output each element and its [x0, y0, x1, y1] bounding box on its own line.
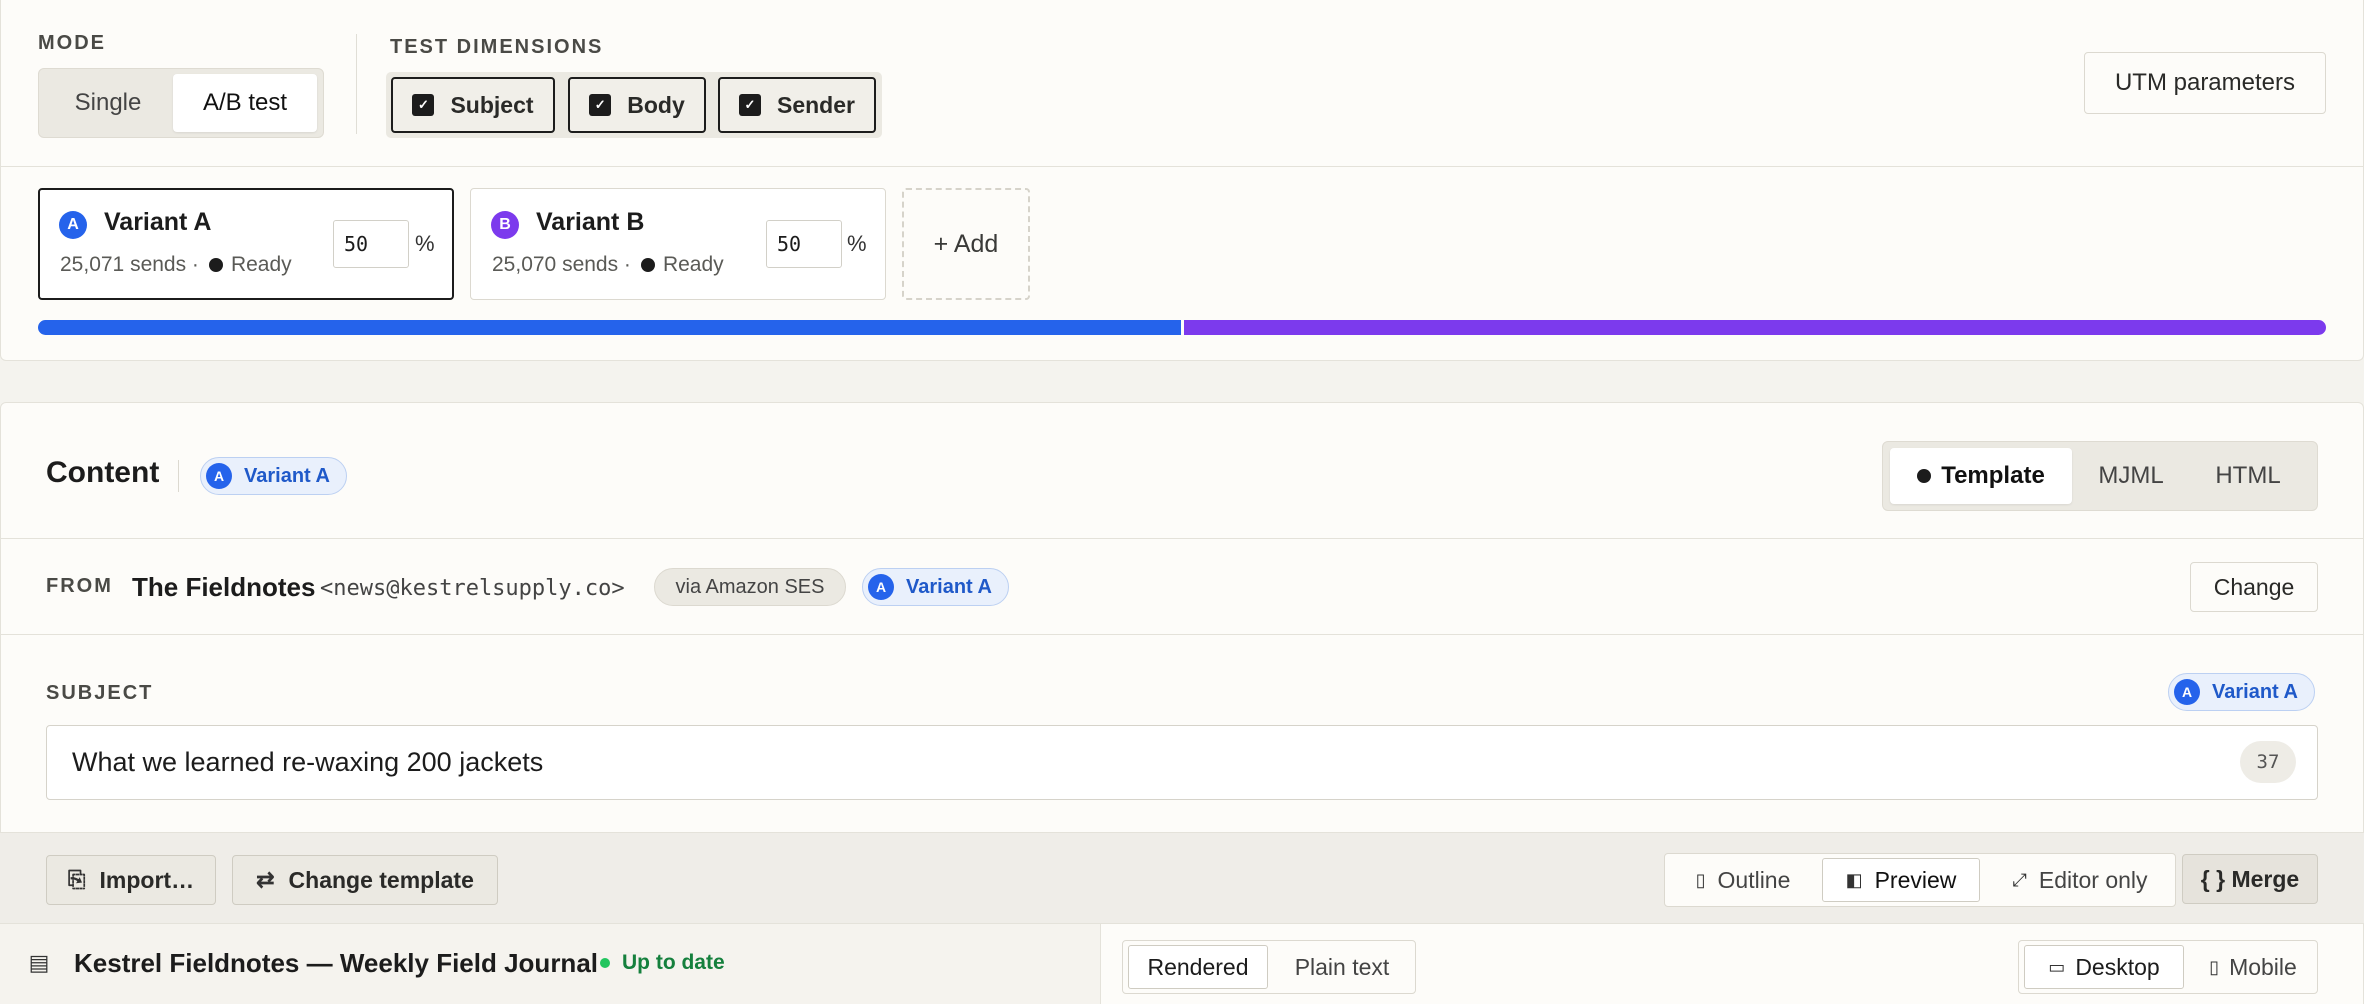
- variant-b-meta: 25,070 sends · Ready: [492, 253, 724, 277]
- content-format-tabs: Template MJML HTML: [1882, 441, 2318, 511]
- from-label: FROM: [46, 575, 113, 597]
- sync-status-label: Up to date: [622, 951, 725, 974]
- section-divider: [0, 634, 2364, 635]
- check-icon: ✓: [739, 94, 761, 116]
- dimension-body[interactable]: ✓ Body: [568, 77, 706, 133]
- variant-a-status: Ready: [230, 253, 292, 276]
- sync-status: Up to date: [600, 951, 725, 975]
- subject-variant-pill: A Variant A: [2168, 673, 2315, 711]
- mode-ab-test[interactable]: A/B test: [173, 74, 317, 132]
- section-divider: [0, 538, 2364, 539]
- check-icon: ✓: [589, 94, 612, 116]
- tab-template-label: Template: [1941, 462, 2045, 489]
- variant-a-name: Variant A: [104, 208, 212, 236]
- variant-a-sends: 25,071 sends ·: [60, 253, 199, 276]
- variant-a-meta: 25,071 sends · Ready: [60, 253, 292, 277]
- document-icon: ▤: [28, 950, 50, 975]
- mobile-icon: ▯: [2209, 956, 2220, 977]
- dimension-sender-label: Sender: [777, 91, 855, 118]
- render-plain-text[interactable]: Plain text: [1272, 945, 1412, 989]
- import-label: Import…: [99, 866, 195, 893]
- variant-b-percent-input[interactable]: 50: [766, 220, 842, 268]
- view-editor-only[interactable]: ⤢ Editor only: [1990, 858, 2170, 902]
- status-dot: [208, 258, 223, 272]
- subject-input[interactable]: What we learned re-waxing 200 jackets: [46, 725, 2318, 800]
- expand-icon: ⤢: [2012, 869, 2027, 890]
- preview-icon: ◧: [1845, 869, 1863, 890]
- variant-badge: A: [2174, 679, 2200, 705]
- sender-name: The Fieldnotes: [132, 572, 316, 602]
- from-variant-pill: A Variant A: [862, 568, 1009, 606]
- change-template-label: Change template: [288, 866, 474, 893]
- view-preview[interactable]: ◧ Preview: [1822, 858, 1980, 902]
- variant-b-name: Variant B: [536, 208, 645, 236]
- subject-label: SUBJECT: [46, 682, 154, 704]
- device-desktop-label: Desktop: [2075, 953, 2160, 980]
- active-dot: [1917, 469, 1932, 483]
- render-rendered[interactable]: Rendered: [1128, 945, 1268, 989]
- via-provider-badge: via Amazon SES: [654, 568, 846, 606]
- split-bar: [38, 320, 2326, 335]
- view-preview-label: Preview: [1874, 866, 1957, 893]
- tab-template[interactable]: Template: [1890, 448, 2072, 504]
- change-sender-button[interactable]: Change: [2190, 562, 2318, 612]
- variant-pill-label: Variant A: [906, 575, 992, 598]
- variant-pill-label: Variant A: [244, 464, 330, 487]
- import-icon: ⎘: [67, 867, 86, 892]
- device-desktop[interactable]: ▭ Desktop: [2024, 945, 2184, 989]
- variant-b-badge: B: [491, 211, 519, 239]
- import-button[interactable]: ⎘ Import…: [46, 855, 216, 905]
- divider: [1100, 924, 1101, 1004]
- view-outline[interactable]: ▯ Outline: [1670, 858, 1816, 902]
- dimension-body-label: Body: [627, 91, 685, 118]
- percent-symbol: %: [415, 231, 435, 256]
- content-variant-pill: A Variant A: [200, 457, 347, 495]
- view-outline-label: Outline: [1717, 866, 1791, 893]
- subject-input-value: What we learned re-waxing 200 jackets: [72, 747, 544, 777]
- view-editor-only-label: Editor only: [2038, 866, 2148, 893]
- variant-badge: A: [206, 463, 232, 489]
- percent-symbol: %: [847, 231, 867, 256]
- dimension-subject[interactable]: ✓ Subject: [391, 77, 555, 133]
- utm-parameters-button[interactable]: UTM parameters: [2084, 52, 2326, 114]
- document-title: Kestrel Fieldnotes — Weekly Field Journa…: [74, 948, 598, 978]
- swap-icon: ⇄: [256, 867, 275, 892]
- ab-test-card: [0, 0, 2364, 361]
- device-mobile[interactable]: ▯ Mobile: [2194, 945, 2312, 989]
- variant-badge: A: [868, 574, 894, 600]
- status-dot: [640, 258, 655, 272]
- mode-label: MODE: [38, 32, 106, 54]
- content-title: Content: [46, 456, 160, 489]
- split-bar-b: [1183, 320, 2326, 335]
- tab-html[interactable]: HTML: [2187, 448, 2309, 504]
- divider: [356, 34, 357, 134]
- sender-email: <news@kestrelsupply.co>: [320, 576, 625, 601]
- variant-pill-label: Variant A: [2212, 680, 2298, 703]
- device-mobile-label: Mobile: [2229, 953, 2297, 980]
- change-template-button[interactable]: ⇄ Change template: [232, 855, 498, 905]
- section-divider: [0, 166, 2364, 167]
- dimension-sender[interactable]: ✓ Sender: [718, 77, 876, 133]
- mode-single[interactable]: Single: [43, 74, 173, 132]
- desktop-icon: ▭: [2048, 956, 2066, 977]
- subject-char-count: 37: [2240, 741, 2296, 783]
- divider: [178, 460, 179, 492]
- mode-toggle: Single A/B test: [38, 68, 324, 138]
- split-bar-a: [38, 320, 1181, 335]
- outline-icon: ▯: [1695, 869, 1706, 890]
- variant-a-badge: A: [59, 211, 87, 239]
- variant-a-percent-input[interactable]: 50: [333, 220, 409, 268]
- add-variant-button[interactable]: + Add: [902, 188, 1030, 300]
- dimension-subject-label: Subject: [450, 91, 534, 118]
- merge-tags-button[interactable]: { } Merge: [2182, 854, 2318, 904]
- variant-b-status: Ready: [662, 253, 724, 276]
- variant-b-sends: 25,070 sends ·: [492, 253, 631, 276]
- test-dimensions-label: TEST DIMENSIONS: [390, 36, 604, 58]
- check-icon: ✓: [412, 94, 435, 116]
- status-dot: [600, 958, 610, 968]
- tab-mjml[interactable]: MJML: [2075, 448, 2187, 504]
